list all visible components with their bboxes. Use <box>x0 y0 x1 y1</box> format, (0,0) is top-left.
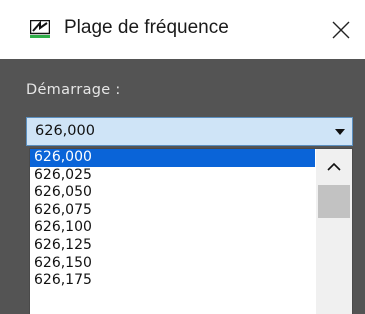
dialog-content: Démarrage : 626,000 626,000 626,025 626,05… <box>0 59 365 314</box>
dropdown-option[interactable]: 626,075 <box>30 202 315 220</box>
frequency-dropdown-list[interactable]: 626,000 626,025 626,050 626,075 626,100 626,1… <box>29 148 353 314</box>
dropdown-option[interactable]: 626,125 <box>30 237 315 255</box>
window-title: Plage de fréquence <box>64 17 229 38</box>
vertical-scrollbar[interactable] <box>316 149 352 314</box>
close-icon <box>332 21 350 39</box>
dropdown-arrow-icon[interactable] <box>335 129 345 135</box>
title-bar: Plage de fréquence <box>0 0 365 59</box>
dropdown-option[interactable]: 626,175 <box>30 272 315 290</box>
start-frequency-combobox[interactable]: 626,000 <box>26 117 353 146</box>
dropdown-option[interactable]: 626,100 <box>30 219 315 237</box>
scroll-up-button[interactable] <box>316 149 352 183</box>
chevron-up-icon <box>327 162 341 171</box>
option-list: 626,000 626,025 626,050 626,075 626,100 626,1… <box>30 149 315 290</box>
scroll-thumb[interactable] <box>318 185 350 218</box>
app-icon <box>29 19 51 38</box>
start-frequency-value: 626,000 <box>35 123 95 139</box>
dropdown-option[interactable]: 626,025 <box>30 167 315 185</box>
close-button[interactable] <box>324 13 358 47</box>
dropdown-option[interactable]: 626,150 <box>30 255 315 273</box>
dropdown-option[interactable]: 626,050 <box>30 184 315 202</box>
start-label: Démarrage : <box>26 82 121 98</box>
dropdown-option[interactable]: 626,000 <box>30 149 315 167</box>
